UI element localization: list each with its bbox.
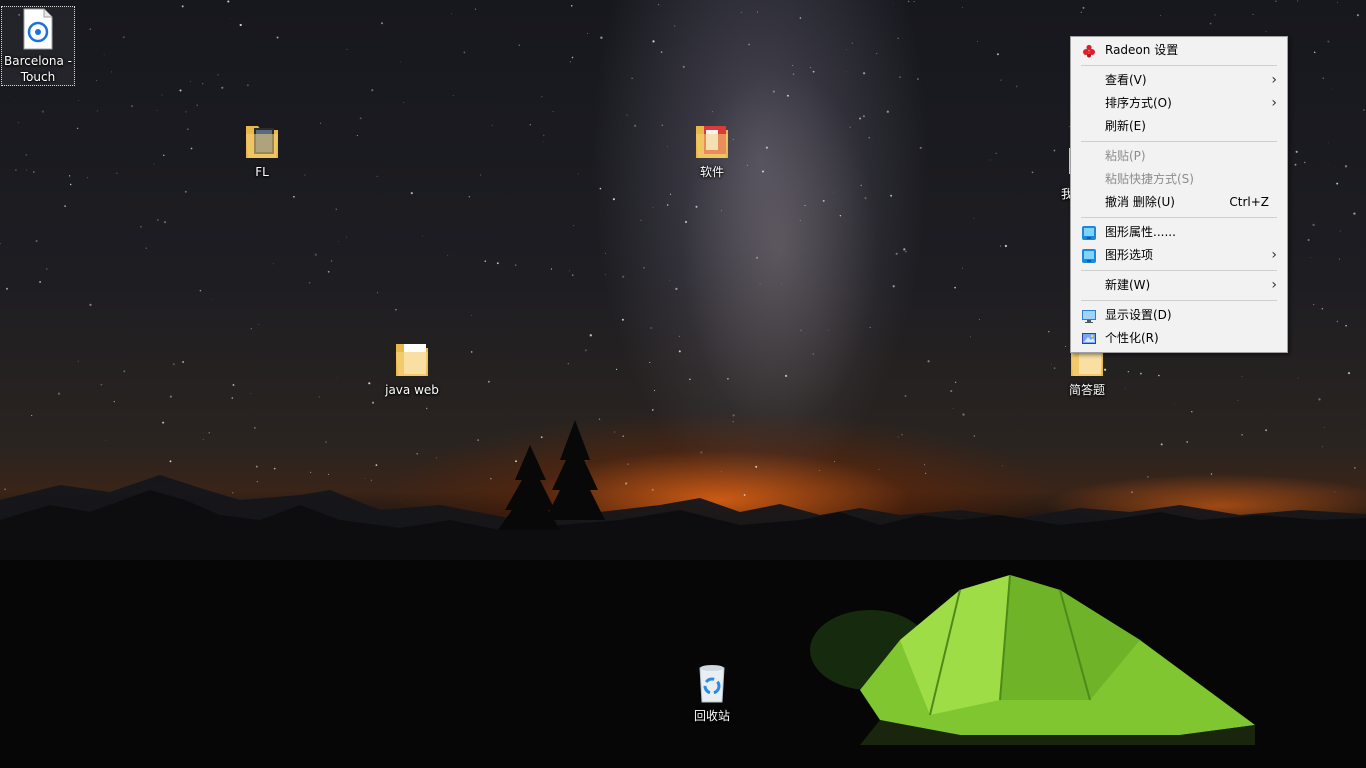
desktop-icon-fl[interactable]: FL <box>226 118 298 180</box>
menu-item-paste: 粘贴(P) <box>1071 145 1287 168</box>
menu-item-undo-delete[interactable]: 撤消 删除(U) Ctrl+Z <box>1071 191 1287 214</box>
desktop-icon-label: FL <box>255 165 269 179</box>
desktop-icon-label: 软件 <box>699 165 724 179</box>
menu-item-paste-shortcut: 粘贴快捷方式(S) <box>1071 168 1287 191</box>
desktop-icon-recycle-bin[interactable]: 回收站 <box>676 662 748 724</box>
menu-item-personalize[interactable]: 个性化(R) <box>1071 327 1287 350</box>
menu-item-new[interactable]: 新建(W) › <box>1071 274 1287 297</box>
menu-item-label: 粘贴(P) <box>1105 149 1146 163</box>
menu-item-label: 图形选项 <box>1105 248 1154 262</box>
desktop[interactable]: Barcelona - Touch FL 软件 java web 我 简答题 回… <box>0 0 1366 768</box>
document-app-icon <box>23 8 53 50</box>
menu-item-label: 新建(W) <box>1105 278 1151 292</box>
menu-separator <box>1081 217 1277 218</box>
personalize-icon <box>1082 333 1096 344</box>
chevron-right-icon: › <box>1271 72 1277 88</box>
menu-item-graphics-options[interactable]: 图形选项 › <box>1071 244 1287 267</box>
desktop-context-menu: Radeon 设置 查看(V) › 排序方式(O) › 刷新(E) 粘贴(P) … <box>1070 36 1288 353</box>
chevron-right-icon: › <box>1271 247 1277 263</box>
menu-item-label: Radeon 设置 <box>1105 43 1179 57</box>
desktop-icon-label: Barcelona - Touch <box>3 54 72 84</box>
menu-item-label: 刷新(E) <box>1105 119 1146 133</box>
menu-separator <box>1081 65 1277 66</box>
chevron-right-icon: › <box>1271 95 1277 111</box>
menu-item-label: 粘贴快捷方式(S) <box>1105 172 1194 186</box>
radeon-icon <box>1083 44 1095 58</box>
intel-graphics-icon <box>1082 249 1096 263</box>
menu-separator <box>1081 270 1277 271</box>
desktop-icon-label: java web <box>385 383 439 397</box>
folder-icon <box>696 126 728 158</box>
menu-item-display-settings[interactable]: 显示设置(D) <box>1071 304 1287 327</box>
menu-item-radeon-settings[interactable]: Radeon 设置 <box>1071 39 1287 62</box>
menu-item-label: 显示设置(D) <box>1105 308 1172 322</box>
desktop-icon-software[interactable]: 软件 <box>676 118 748 180</box>
desktop-icon-barcelona[interactable]: Barcelona - Touch <box>1 6 75 86</box>
menu-item-sort-by[interactable]: 排序方式(O) › <box>1071 92 1287 115</box>
menu-item-graphics-properties[interactable]: 图形属性...... <box>1071 221 1287 244</box>
intel-graphics-icon <box>1082 226 1096 240</box>
menu-item-label: 撤消 删除(U) <box>1105 195 1175 209</box>
menu-item-label: 排序方式(O) <box>1105 96 1172 110</box>
chevron-right-icon: › <box>1271 277 1277 293</box>
menu-item-view[interactable]: 查看(V) › <box>1071 69 1287 92</box>
menu-item-label: 个性化(R) <box>1105 331 1159 345</box>
desktop-icon-label: 简答题 <box>1068 383 1105 397</box>
menu-item-shortcut: Ctrl+Z <box>1229 195 1269 209</box>
menu-item-label: 图形属性...... <box>1105 225 1176 239</box>
desktop-icon-java-web[interactable]: java web <box>376 336 448 398</box>
recycle-bin-icon <box>699 665 725 703</box>
menu-separator <box>1081 300 1277 301</box>
menu-separator <box>1081 141 1277 142</box>
folder-icon <box>246 126 278 158</box>
menu-item-refresh[interactable]: 刷新(E) <box>1071 115 1287 138</box>
monitor-icon <box>1082 310 1096 323</box>
desktop-icon-label: 回收站 <box>693 709 730 723</box>
folder-icon <box>396 344 428 376</box>
menu-item-label: 查看(V) <box>1105 73 1147 87</box>
